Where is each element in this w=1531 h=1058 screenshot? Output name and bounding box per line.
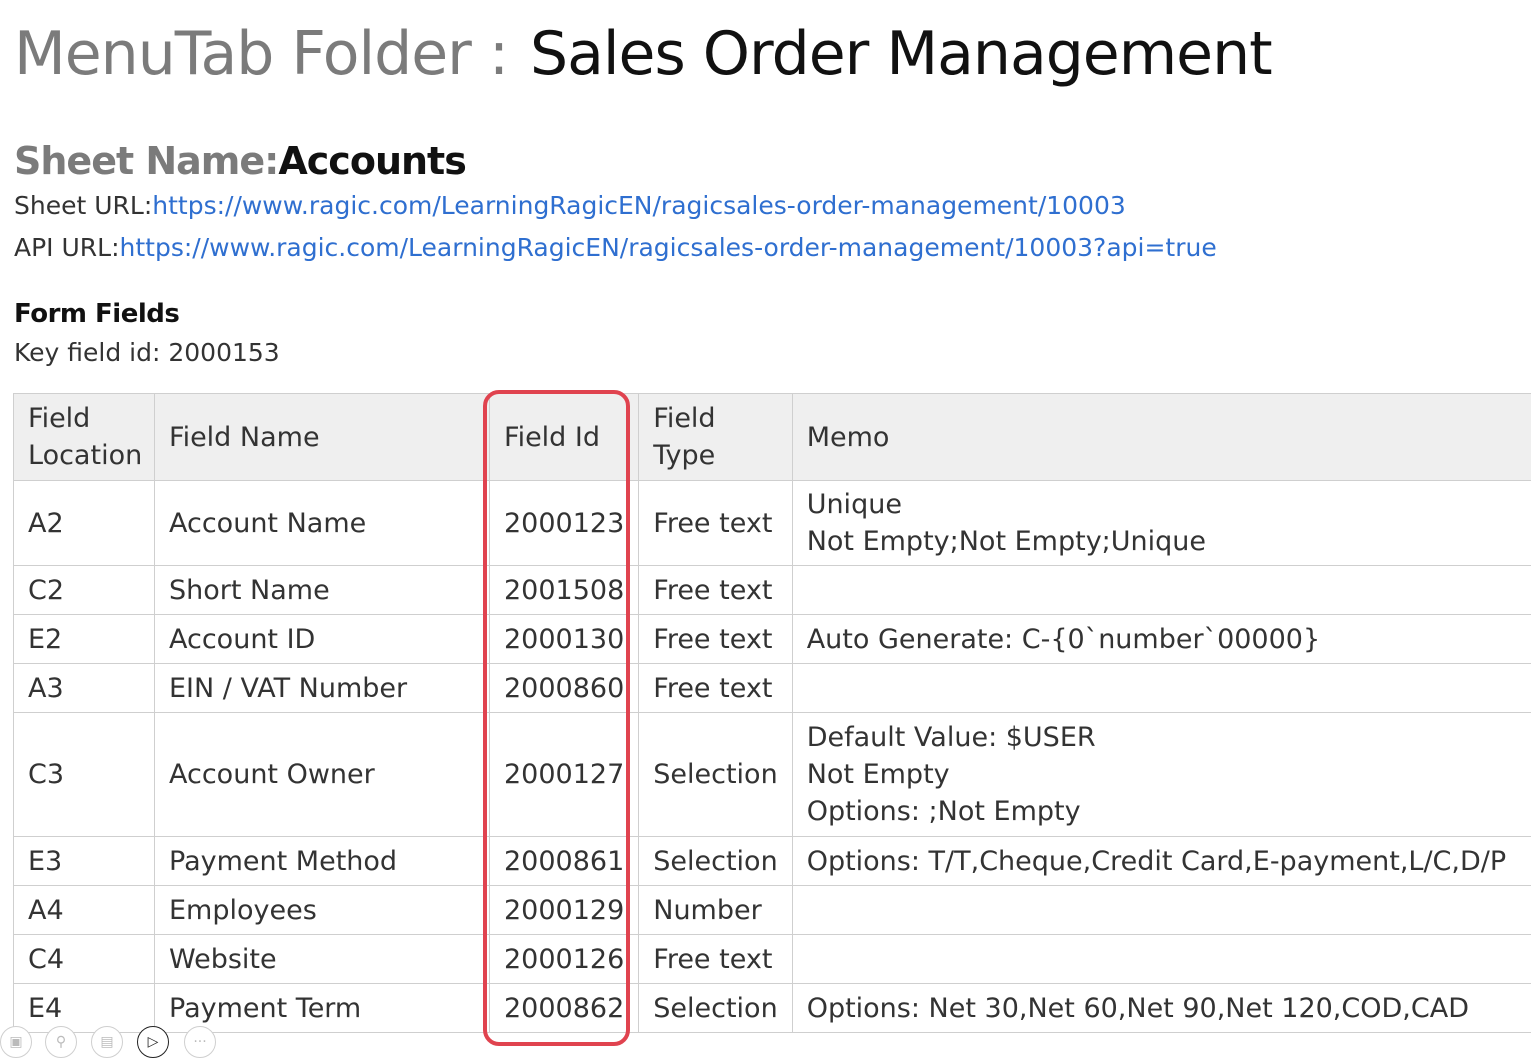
sheet-name-value: Accounts [278,139,465,183]
cell-field-type: Free text [639,615,792,664]
cell-field-id: 2000129 [490,886,639,935]
cell-field-id: 2000127 [490,713,639,837]
viewer-toolbar: ▣ ⚲ ▤ ▷ ··· [0,1026,230,1049]
sheet-name-heading: Sheet Name:Accounts [14,136,466,186]
cell-memo [792,664,1531,713]
cell-field-type: Free text [639,935,792,984]
cell-location: A4 [14,886,155,935]
table-row: C2Short Name2001508Free text [14,566,1531,615]
cell-field-type: Number [639,886,792,935]
cell-field-id: 2000126 [490,935,639,984]
cell-location: C3 [14,713,155,837]
key-field-id: Key field id: 2000153 [14,336,280,370]
cell-field-name: Account ID [155,615,490,664]
cell-field-id: 2000123 [490,481,639,566]
table-row: A3EIN / VAT Number2000860Free text [14,664,1531,713]
sheet-url-link[interactable]: https://www.ragic.com/LearningRagicEN/ra… [152,191,1126,220]
api-url-link[interactable]: https://www.ragic.com/LearningRagicEN/ra… [120,233,1217,262]
column-header-name: Field Name [155,394,490,481]
cell-memo: UniqueNot Empty;Not Empty;Unique [792,481,1531,566]
memo-line: Not Empty;Not Empty;Unique [807,523,1518,560]
more-icon[interactable]: ··· [184,1026,216,1058]
cell-memo: Options: Net 30,Net 60,Net 90,Net 120,CO… [792,984,1531,1033]
cell-memo [792,935,1531,984]
api-url-label: API URL: [14,233,120,262]
column-header-location: Field Location [14,394,155,481]
cell-field-id: 2000861 [490,837,639,886]
cell-location: C4 [14,935,155,984]
cell-field-name: Website [155,935,490,984]
memo-line: Options: Net 30,Net 60,Net 90,Net 120,CO… [807,990,1518,1027]
cell-field-id: 2000860 [490,664,639,713]
cell-memo [792,886,1531,935]
table-row: E2Account ID2000130Free text Auto Generat… [14,615,1531,664]
title-separator: : [489,19,508,89]
cell-field-type: Selection [639,713,792,837]
cell-field-name: Employees [155,886,490,935]
table-row: A4Employees2000129Number [14,886,1531,935]
cell-location: E3 [14,837,155,886]
table-row: A2Account Name2000123Free textUniqueNot … [14,481,1531,566]
title-prefix: MenuTab Folder [14,19,471,89]
table-row: C4Website2000126Free text [14,935,1531,984]
cell-field-name: EIN / VAT Number [155,664,490,713]
form-fields-heading: Form Fields [14,297,179,331]
cell-field-name: Account Owner [155,713,490,837]
table-row: E3Payment Method2000861Selection Options:… [14,837,1531,886]
monitor-icon[interactable]: ▤ [91,1026,123,1058]
table-row: C3Account Owner2000127SelectionDefault V… [14,713,1531,837]
memo-line: Auto Generate: C-{0`number`00000} [807,621,1518,658]
building-icon[interactable]: ▣ [0,1026,32,1058]
cell-location: A3 [14,664,155,713]
cell-location: E2 [14,615,155,664]
cell-field-name: Account Name [155,481,490,566]
page-title: MenuTab Folder: Sales Order Management [14,14,1272,94]
cell-memo [792,566,1531,615]
cell-field-type: Selection [639,984,792,1033]
cell-field-name: Payment Method [155,837,490,886]
cell-memo: Options: T/T,Cheque,Credit Card,E-paymen… [792,837,1531,886]
memo-line: Options: ;Not Empty [807,793,1518,830]
column-header-type: Field Type [639,394,792,481]
cell-field-id: 2001508 [490,566,639,615]
memo-line: Not Empty [807,756,1518,793]
memo-line: Options: T/T,Cheque,Credit Card,E-paymen… [807,843,1518,880]
cell-field-type: Free text [639,481,792,566]
column-header-memo: Memo [792,394,1531,481]
sheet-name-label: Sheet Name: [14,139,278,183]
cell-field-id: 2000862 [490,984,639,1033]
title-name: Sales Order Management [530,19,1272,89]
table-row: E4Payment Term2000862SelectionOptions: N… [14,984,1531,1033]
search-icon[interactable]: ⚲ [45,1026,77,1058]
sheet-url-label: Sheet URL: [14,191,152,220]
api-url-line: API URL:https://www.ragic.com/LearningRa… [14,231,1217,265]
table-header-row: Field Location Field Name Field Id Field… [14,394,1531,481]
memo-line: Unique [807,486,1518,523]
cell-location: C2 [14,566,155,615]
column-header-id: Field Id [490,394,639,481]
cell-field-type: Selection [639,837,792,886]
cell-location: A2 [14,481,155,566]
sheet-url-line: Sheet URL:https://www.ragic.com/Learning… [14,189,1126,223]
cell-memo: Default Value: $USERNot EmptyOptions: ;N… [792,713,1531,837]
cell-field-type: Free text [639,664,792,713]
cell-field-type: Free text [639,566,792,615]
video-camera-icon[interactable]: ▷ [137,1026,169,1058]
cell-memo: Auto Generate: C-{0`number`00000} [792,615,1531,664]
cell-field-name: Short Name [155,566,490,615]
cell-field-id: 2000130 [490,615,639,664]
form-fields-table: Field Location Field Name Field Id Field… [13,393,1531,1033]
memo-line: Default Value: $USER [807,719,1518,756]
